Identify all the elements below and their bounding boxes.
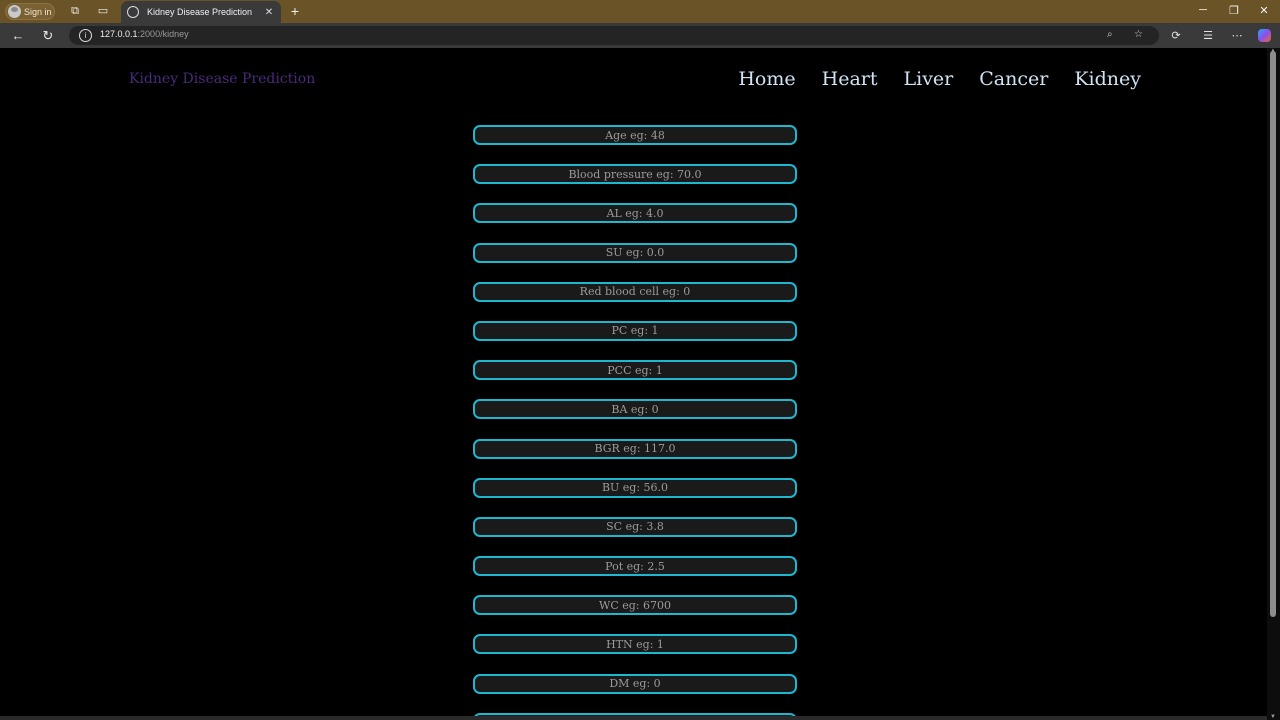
sc-input[interactable]	[473, 516, 797, 537]
htn-input[interactable]	[473, 634, 797, 655]
pot-input[interactable]	[473, 556, 797, 577]
nav-kidney[interactable]: Kidney	[1074, 68, 1141, 90]
browser-toolbar: ← ↻ i 127.0.0.1:2000/kidney ⌕ ☆ ⟳ ☰ ⋯	[0, 23, 1280, 48]
new-tab-icon[interactable]: +	[288, 3, 302, 19]
scroll-down-icon[interactable]: ▼	[1269, 714, 1277, 720]
bu-input[interactable]	[473, 477, 797, 498]
page-content: Kidney Disease Prediction Home Heart Liv…	[3, 48, 1267, 716]
pcc-input[interactable]	[473, 360, 797, 381]
window-bottom-edge	[0, 716, 1267, 720]
main-nav: Home Heart Liver Cancer Kidney	[738, 68, 1141, 90]
favorites-icon[interactable]: ☰	[1201, 29, 1215, 42]
back-icon[interactable]: ←	[10, 28, 26, 44]
sign-in-label: Sign in	[24, 6, 52, 17]
window-close-icon[interactable]: ✕	[1256, 4, 1272, 17]
nav-heart[interactable]: Heart	[822, 68, 878, 90]
red-blood-cell-input[interactable]	[473, 281, 797, 302]
url-text: 127.0.0.1:2000/kidney	[100, 29, 189, 39]
copilot-icon[interactable]	[1258, 29, 1271, 42]
refresh-icon[interactable]: ↻	[40, 28, 56, 44]
page-scrollbar[interactable]: ▲ ▼	[1267, 48, 1280, 720]
more-menu-icon[interactable]: ⋯	[1230, 29, 1244, 42]
address-bar[interactable]: i 127.0.0.1:2000/kidney ⌕ ☆	[69, 26, 1159, 45]
favorite-star-icon[interactable]: ☆	[1134, 29, 1143, 40]
zoom-icon[interactable]: ⌕	[1107, 29, 1113, 40]
avatar-icon	[8, 5, 21, 18]
nav-cancer[interactable]: Cancer	[979, 68, 1048, 90]
workspaces-icon[interactable]: ⧉	[68, 4, 82, 18]
scrollbar-thumb[interactable]	[1270, 51, 1276, 617]
age-input[interactable]	[473, 125, 797, 145]
tab-title: Kidney Disease Prediction	[147, 7, 253, 17]
site-info-icon[interactable]: i	[79, 29, 92, 42]
profile-sign-in-button[interactable]: Sign in	[5, 3, 55, 20]
ba-input[interactable]	[473, 399, 797, 420]
minimize-icon[interactable]: ─	[1195, 4, 1211, 16]
tab-actions-icon[interactable]: ▭	[96, 4, 110, 18]
dm-input[interactable]	[473, 673, 797, 694]
nav-home[interactable]: Home	[738, 68, 795, 90]
extensions-icon[interactable]: ⟳	[1169, 29, 1183, 42]
bgr-input[interactable]	[473, 438, 797, 459]
al-input[interactable]	[473, 203, 797, 224]
su-input[interactable]	[473, 242, 797, 263]
wc-input[interactable]	[473, 595, 797, 616]
kidney-prediction-form	[473, 125, 797, 716]
restore-icon[interactable]: ❐	[1226, 4, 1242, 17]
site-brand[interactable]: Kidney Disease Prediction	[129, 71, 315, 87]
globe-icon	[127, 6, 139, 18]
close-tab-icon[interactable]: ✕	[263, 7, 275, 18]
browser-title-bar: Sign in ⧉ ▭ Kidney Disease Prediction ✕ …	[0, 0, 1280, 23]
pc-input[interactable]	[473, 320, 797, 341]
browser-tab-active[interactable]: Kidney Disease Prediction ✕	[121, 1, 281, 23]
nav-liver[interactable]: Liver	[904, 68, 954, 90]
blood-pressure-input[interactable]	[473, 164, 797, 185]
